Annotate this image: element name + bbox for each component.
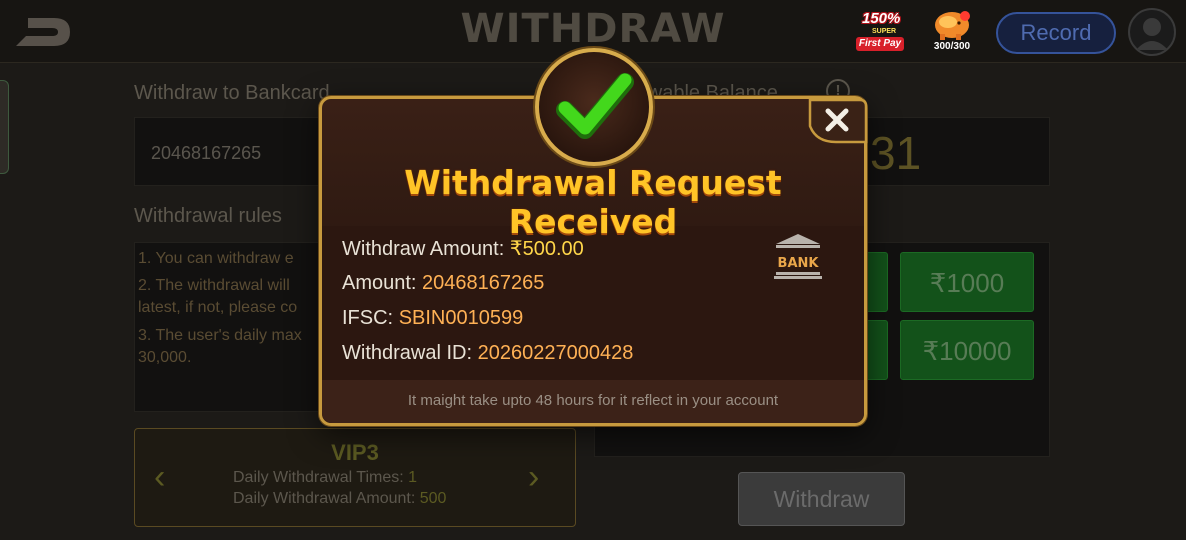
amount-button-10000[interactable]: ₹10000 [900, 320, 1034, 380]
withdraw-amount-value: ₹500.00 [509, 238, 584, 260]
piggy-count: 300/300 [933, 41, 971, 52]
rule-line: latest, if not, please co [138, 299, 298, 316]
withdrawal-id-label: Withdrawal ID: [342, 342, 473, 364]
ifsc-label: IFSC: [342, 307, 394, 329]
avatar-button[interactable] [1128, 8, 1176, 56]
close-icon [808, 98, 868, 144]
amount-label: Amount: [342, 272, 417, 294]
piggy-bank-button[interactable]: 300/300 [924, 8, 980, 58]
record-button[interactable]: Record [996, 12, 1116, 54]
modal-note: It maight take upto 48 hours for it refl… [407, 392, 779, 409]
amount-button-1000[interactable]: ₹1000 [900, 252, 1034, 312]
amount-row: Amount: 20468167265 [342, 272, 544, 295]
checkmark-icon [556, 73, 634, 139]
user-avatar-icon [1136, 18, 1168, 50]
vip-title: VIP3 [331, 440, 379, 465]
rule-line: 30,000. [138, 349, 192, 366]
rule-line: 3. The user's daily max [138, 327, 302, 344]
withdraw-button[interactable]: Withdraw [738, 472, 905, 526]
promo-label: First Pay [856, 37, 904, 51]
bank-label: BANK [778, 256, 820, 271]
balance-value: 31 [870, 127, 922, 179]
bankcard-value: 20468167265 [151, 143, 262, 163]
modal-title: Withdrawal Request Received [404, 163, 782, 241]
rule-line: 2. The withdrawal will [138, 277, 290, 294]
bankcard-label: Withdraw to Bankcard [134, 82, 330, 104]
vip-times-label: Daily Withdrawal Times: [233, 469, 404, 486]
success-badge [535, 48, 653, 166]
chevron-right-icon[interactable]: › [528, 458, 539, 497]
ifsc-row: IFSC: SBIN0010599 [342, 307, 523, 330]
piggy-bank-icon [935, 11, 970, 40]
bank-icon: BANK [772, 232, 824, 280]
promo-percent: 150% [862, 10, 901, 27]
withdraw-amount-label: Withdraw Amount: [342, 238, 505, 260]
vip-amount-value: 500 [419, 490, 447, 507]
side-tab[interactable] [0, 80, 9, 174]
vip-times: Daily Withdrawal Times: 1 [233, 469, 417, 487]
withdrawal-id-row: Withdrawal ID: 20260227000428 [342, 342, 633, 365]
vip-times-value: 1 [408, 469, 418, 486]
rule-line: 1. You can withdraw e [138, 250, 294, 267]
vip-amount-label: Daily Withdrawal Amount: [233, 490, 416, 507]
first-pay-promo-button[interactable]: 150% SUPER First Pay [853, 8, 909, 56]
rules-label: Withdrawal rules [134, 205, 282, 227]
close-button[interactable] [802, 96, 868, 144]
promo-super: SUPER [872, 28, 897, 35]
ifsc-value: SBIN0010599 [398, 307, 524, 329]
withdrawal-id-value: 20260227000428 [477, 342, 634, 364]
chevron-left-icon[interactable]: ‹ [154, 458, 165, 497]
amount-value: 20468167265 [422, 272, 545, 294]
vip-amount: Daily Withdrawal Amount: 500 [233, 490, 446, 508]
withdraw-amount-row: Withdraw Amount: ₹500.00 [342, 236, 584, 261]
